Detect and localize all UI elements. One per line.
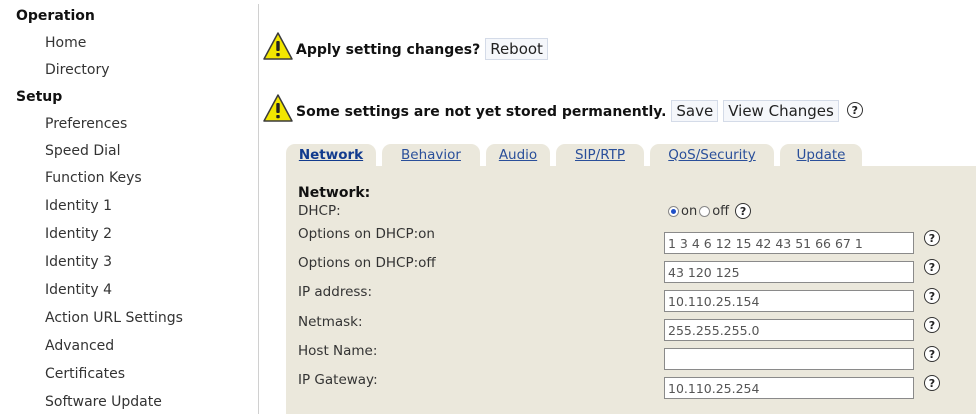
apply-changes-text: Apply setting changes?: [296, 42, 481, 58]
help-icon[interactable]: ?: [924, 317, 940, 333]
panel-title: Network:: [298, 185, 371, 201]
dhcp-on-radio[interactable]: [668, 205, 679, 217]
tab-behavior[interactable]: Behavior: [382, 144, 480, 166]
help-icon[interactable]: ?: [846, 102, 863, 118]
nav-speed-dial[interactable]: Speed Dial: [45, 143, 120, 159]
apply-changes-message: Apply setting changes? Reboot: [262, 25, 548, 61]
help-icon[interactable]: ?: [924, 346, 940, 362]
help-icon[interactable]: ?: [735, 203, 752, 219]
nav-certificates[interactable]: Certificates: [45, 366, 125, 382]
tab-network[interactable]: Network: [286, 144, 376, 166]
help-icon[interactable]: ?: [924, 259, 940, 275]
tab-audio[interactable]: Audio: [486, 144, 550, 166]
ip-gateway-input[interactable]: 10.110.25.254: [664, 377, 914, 399]
save-button[interactable]: Save: [671, 100, 719, 122]
help-icon[interactable]: ?: [924, 375, 940, 391]
dhcp-label: DHCP:: [298, 203, 341, 219]
ip-address-label: IP address:: [298, 284, 372, 300]
options-dhcp-on-input[interactable]: 1 3 4 6 12 15 42 43 51 66 67 1: [664, 232, 914, 254]
help-icon[interactable]: ?: [924, 288, 940, 304]
nav-software-update[interactable]: Software Update: [45, 394, 162, 410]
help-icon[interactable]: ?: [924, 230, 940, 246]
tab-qos-security[interactable]: QoS/Security: [650, 144, 774, 166]
nav-identity-1[interactable]: Identity 1: [45, 198, 112, 214]
nav-function-keys[interactable]: Function Keys: [45, 170, 142, 186]
network-settings-panel: Network: DHCP: on off ? Options on DHCP:…: [286, 166, 976, 414]
dhcp-radio-group: on off ?: [668, 203, 752, 219]
nav-preferences[interactable]: Preferences: [45, 116, 127, 132]
nav-action-url-settings[interactable]: Action URL Settings: [45, 310, 183, 326]
dhcp-off-radio[interactable]: [699, 205, 711, 217]
nav-directory[interactable]: Directory: [45, 62, 110, 78]
reboot-button[interactable]: Reboot: [485, 38, 548, 60]
ip-address-input[interactable]: 10.110.25.154: [664, 290, 914, 312]
warning-icon: [262, 93, 294, 123]
sidebar-divider: [258, 4, 259, 414]
nav-home[interactable]: Home: [45, 35, 86, 51]
netmask-input[interactable]: 255.255.255.0: [664, 319, 914, 341]
unsaved-settings-text: Some settings are not yet stored permane…: [296, 104, 667, 120]
netmask-label: Netmask:: [298, 314, 363, 330]
nav-identity-3[interactable]: Identity 3: [45, 254, 112, 270]
nav-advanced[interactable]: Advanced: [45, 338, 114, 354]
view-changes-button[interactable]: View Changes: [723, 100, 839, 122]
host-name-input[interactable]: [664, 348, 914, 370]
sidebar: Operation Home Directory Setup Preferenc…: [0, 0, 258, 414]
options-dhcp-off-label: Options on DHCP:off: [298, 255, 436, 271]
options-dhcp-on-label: Options on DHCP:on: [298, 226, 435, 242]
section-operation: Operation: [16, 8, 95, 24]
host-name-label: Host Name:: [298, 343, 378, 359]
dhcp-off-label: off: [712, 203, 730, 219]
section-setup: Setup: [16, 89, 63, 105]
tab-sip-rtp[interactable]: SIP/RTP: [556, 144, 644, 166]
ip-gateway-label: IP Gateway:: [298, 372, 378, 388]
unsaved-settings-message: Some settings are not yet stored permane…: [262, 87, 863, 123]
nav-identity-2[interactable]: Identity 2: [45, 226, 112, 242]
options-dhcp-off-input[interactable]: 43 120 125: [664, 261, 914, 283]
tab-update[interactable]: Update: [780, 144, 862, 166]
nav-identity-4[interactable]: Identity 4: [45, 282, 112, 298]
warning-icon: [262, 31, 294, 61]
dhcp-on-label: on: [681, 203, 698, 219]
